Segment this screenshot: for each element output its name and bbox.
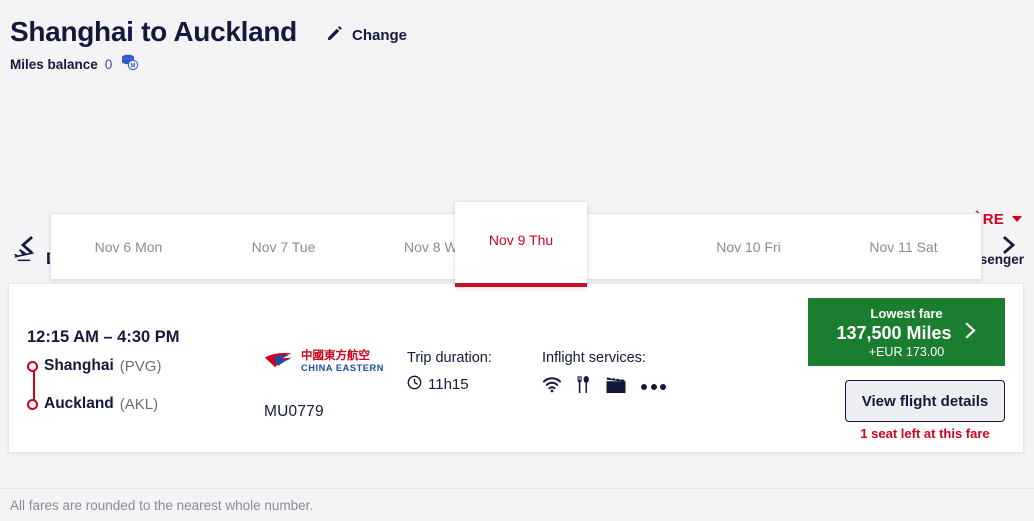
page-title: Shanghai to Auckland (10, 16, 297, 47)
chevron-left-icon (17, 234, 39, 259)
inflight-services-label: Inflight services: (542, 350, 646, 366)
trip-duration-value-row: 11h15 (407, 375, 492, 394)
entertainment-icon (605, 376, 627, 399)
china-eastern-logo: 中國東方航空 CHINA EASTERN (264, 346, 394, 381)
fare-miles-row: 137,500 Miles (836, 321, 977, 344)
caret-down-icon (1012, 216, 1022, 222)
fare-taxes: +EUR 173.00 (868, 344, 945, 359)
date-tab-nov7[interactable]: Nov 7 Tue (206, 214, 361, 279)
chevron-right-icon (964, 321, 977, 344)
clock-icon (407, 375, 422, 394)
meal-icon (576, 375, 591, 399)
coin-stack-icon: M (120, 53, 140, 76)
svg-text:M: M (131, 64, 136, 70)
fare-rounding-note: All fares are rounded to the nearest who… (10, 497, 314, 513)
date-tab-nov10[interactable]: Nov 10 Fri (671, 214, 826, 279)
origin-row: Shanghai (PVG) (27, 354, 257, 378)
change-search-button[interactable]: Change (325, 25, 407, 46)
wifi-icon (542, 376, 562, 398)
miles-balance-value: 0 (104, 57, 113, 72)
flight-card[interactable]: 12:15 AM – 4:30 PM Shanghai (PVG) Auckla… (8, 283, 1024, 453)
route-summary: Shanghai (PVG) Auckland (AKL) (27, 354, 257, 430)
inflight-services-icons (542, 375, 666, 399)
date-tab-nov6[interactable]: Nov 6 Mon (51, 214, 206, 279)
more-dots-icon[interactable] (641, 384, 666, 390)
date-tabs: Nov 6 Mon Nov 7 Tue Nov 8 Wed Nov 10 Fri… (50, 202, 982, 287)
date-tab-nov9-selected[interactable]: Nov 9 Thu (455, 202, 587, 287)
fare-miles: 137,500 Miles (836, 322, 952, 343)
inflight-services-block: Inflight services: (542, 350, 666, 399)
date-tab-nov11[interactable]: Nov 11 Sat (826, 214, 981, 279)
view-flight-details-button[interactable]: View flight details (845, 380, 1005, 422)
trip-duration-value: 11h15 (428, 376, 469, 393)
lowest-fare-button[interactable]: Lowest fare 137,500 Miles +EUR 173.00 (808, 298, 1005, 366)
change-label: Change (352, 26, 408, 44)
destination-row: Auckland (AKL) (27, 392, 257, 416)
next-dates-button[interactable] (992, 230, 1024, 262)
page-header: Shanghai to Auckland Change Miles balanc… (0, 0, 1034, 92)
trip-duration-label: Trip duration: (407, 350, 492, 366)
airline-block: 中國東方航空 CHINA EASTERN MU0779 (264, 346, 394, 421)
page-footer: All fares are rounded to the nearest who… (0, 488, 1034, 521)
destination-city: Auckland (44, 395, 114, 412)
origin-city: Shanghai (44, 357, 114, 374)
svg-text:中國東方航空: 中國東方航空 (301, 348, 370, 362)
miles-balance-label: Miles balance (10, 57, 98, 72)
flight-times: 12:15 AM – 4:30 PM (27, 328, 180, 346)
miles-balance-row: Miles balance 0 M (10, 53, 1034, 76)
date-navigator: Nov 6 Mon Nov 7 Tue Nov 8 Wed Nov 10 Fri… (0, 92, 1034, 287)
svg-text:CHINA EASTERN: CHINA EASTERN (301, 363, 384, 373)
fare-caption: Lowest fare (870, 305, 943, 321)
flight-number: MU0779 (264, 403, 324, 420)
seats-left-warning: 1 seat left at this fare (860, 426, 990, 441)
origin-code: (PVG) (119, 357, 162, 375)
chevron-right-icon (997, 234, 1019, 259)
destination-dot-icon (27, 398, 38, 410)
destination-code: (AKL) (119, 395, 159, 413)
trip-duration-block: Trip duration: 11h15 (407, 350, 492, 394)
title-row: Shanghai to Auckland Change (10, 16, 1034, 48)
origin-dot-icon (27, 360, 38, 372)
previous-dates-button[interactable] (12, 230, 44, 262)
pencil-icon (325, 25, 343, 46)
